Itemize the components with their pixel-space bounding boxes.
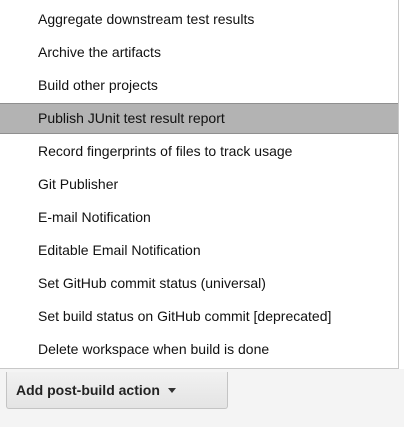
menu-item-label: E-mail Notification [38,209,151,225]
menu-item-delete-workspace[interactable]: Delete workspace when build is done [0,334,398,365]
build-step-footer: Add post-build action [0,369,404,427]
post-build-action-menu: Aggregate downstream test results Archiv… [0,0,399,369]
post-build-action-picker: Aggregate downstream test results Archiv… [0,0,404,427]
menu-item-label: Delete workspace when build is done [38,341,270,357]
menu-item-label: Set build status on GitHub commit [depre… [38,308,332,324]
menu-item-label: Set GitHub commit status (universal) [38,275,266,291]
menu-item-label: Editable Email Notification [38,242,201,258]
menu-item-aggregate-downstream-test-results[interactable]: Aggregate downstream test results [0,4,398,35]
add-post-build-action-label: Add post-build action [16,382,160,398]
menu-item-archive-the-artifacts[interactable]: Archive the artifacts [0,37,398,68]
menu-item-git-publisher[interactable]: Git Publisher [0,169,398,200]
menu-item-label: Archive the artifacts [38,44,161,60]
menu-item-label: Git Publisher [38,176,119,192]
menu-item-label: Aggregate downstream test results [38,11,255,27]
menu-item-label: Publish JUnit test result report [38,110,225,126]
menu-item-label: Build other projects [38,77,158,93]
menu-item-editable-email-notification[interactable]: Editable Email Notification [0,235,398,266]
chevron-down-icon [167,387,176,393]
menu-item-label: Record fingerprints of files to track us… [38,143,293,159]
menu-item-set-github-commit-status[interactable]: Set GitHub commit status (universal) [0,268,398,299]
menu-item-email-notification[interactable]: E-mail Notification [0,202,398,233]
menu-item-build-other-projects[interactable]: Build other projects [0,70,398,101]
add-post-build-action-button[interactable]: Add post-build action [6,372,228,409]
menu-item-publish-junit-test-result-report[interactable]: Publish JUnit test result report [0,103,398,134]
menu-item-record-fingerprints[interactable]: Record fingerprints of files to track us… [0,136,398,167]
menu-item-set-build-status-on-github-commit[interactable]: Set build status on GitHub commit [depre… [0,301,398,332]
